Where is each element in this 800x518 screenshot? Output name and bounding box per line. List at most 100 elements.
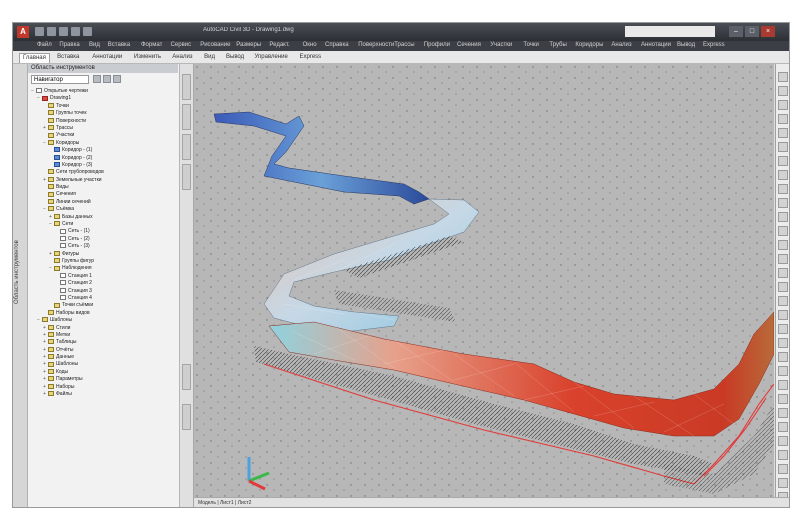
settings-icon[interactable] xyxy=(103,75,111,83)
tab-prospector[interactable] xyxy=(182,74,191,100)
qp-icon[interactable] xyxy=(778,422,788,432)
tree-node[interactable]: Группы точек xyxy=(31,110,179,117)
menu-item-20[interactable]: Аннотации xyxy=(641,42,671,48)
tree-node[interactable]: + Параметры xyxy=(31,376,179,383)
workspace-icon[interactable] xyxy=(778,450,788,460)
tab-4[interactable]: Анализ xyxy=(169,53,195,62)
tree-node[interactable]: − Сети xyxy=(31,221,179,228)
tree-node[interactable]: Станция 2 xyxy=(31,280,179,287)
redo-icon[interactable] xyxy=(83,27,92,36)
tree-node[interactable]: + Коды xyxy=(31,369,179,376)
lwt-icon[interactable] xyxy=(778,408,788,418)
tree-node[interactable]: − Шаблоны xyxy=(31,317,179,324)
tab-8[interactable]: Express xyxy=(297,53,325,62)
menu-item-12[interactable]: Трассы xyxy=(394,42,414,48)
menu-item-0[interactable]: Файл xyxy=(37,42,52,48)
menu-item-11[interactable]: Поверхности xyxy=(358,42,394,48)
maximize-button[interactable]: □ xyxy=(745,26,759,37)
minimize-button[interactable]: – xyxy=(729,26,743,37)
tree-node[interactable]: + Данные xyxy=(31,354,179,361)
tree-node[interactable]: Участки xyxy=(31,132,179,139)
tree-node[interactable]: + Отчёты xyxy=(31,347,179,354)
layout-tabs[interactable]: Модель | Лист1 | Лист2 xyxy=(198,500,251,506)
tab-7[interactable]: Управление xyxy=(252,53,291,62)
tree-node[interactable]: Точки съёмки xyxy=(31,302,179,309)
tree-node[interactable]: Линии сечений xyxy=(31,199,179,206)
menu-item-17[interactable]: Трубы xyxy=(549,42,566,48)
zoom-out-icon[interactable] xyxy=(778,86,788,96)
tree-node[interactable]: Коридор - (2) xyxy=(31,155,179,162)
center-icon[interactable] xyxy=(778,254,788,264)
tab-toolbox[interactable] xyxy=(182,164,191,190)
layer-icon[interactable] xyxy=(778,282,788,292)
tree-node[interactable]: Коридор - (1) xyxy=(31,147,179,154)
rewind-icon[interactable] xyxy=(778,240,788,250)
menu-item-6[interactable]: Рисование xyxy=(200,42,230,48)
menu-item-9[interactable]: Окно xyxy=(303,42,317,48)
walk-icon[interactable] xyxy=(778,212,788,222)
properties-icon[interactable] xyxy=(778,296,788,306)
tree-node[interactable]: Виды xyxy=(31,184,179,191)
tree-node[interactable]: Сеть - (2) xyxy=(31,236,179,243)
tree-node[interactable]: − Наблюдения xyxy=(31,265,179,272)
tree-node[interactable]: Сети трубопроводов xyxy=(31,169,179,176)
menu-item-14[interactable]: Сечения xyxy=(457,42,481,48)
tree-node[interactable]: + Фигуры xyxy=(31,251,179,258)
tree-node[interactable]: + Земельные участки xyxy=(31,177,179,184)
tab-survey[interactable] xyxy=(182,134,191,160)
app-logo-icon[interactable]: A xyxy=(17,26,29,38)
tab-5[interactable]: Вид xyxy=(201,53,218,62)
zoom-window-icon[interactable] xyxy=(778,170,788,180)
tree-node[interactable]: Точки xyxy=(31,103,179,110)
tree-node[interactable]: + Шаблоны xyxy=(31,361,179,368)
menu-item-2[interactable]: Вид xyxy=(89,42,100,48)
open-file-icon[interactable] xyxy=(47,27,56,36)
tree-node[interactable]: Станция 4 xyxy=(31,295,179,302)
menu-item-18[interactable]: Коридоры xyxy=(575,42,603,48)
view-dropdown[interactable]: Навигатор xyxy=(31,75,89,84)
close-button[interactable]: × xyxy=(761,26,775,37)
menu-item-5[interactable]: Сервис xyxy=(171,42,192,48)
tab-properties[interactable] xyxy=(182,364,191,390)
up-down-icon[interactable] xyxy=(778,268,788,278)
tab-3[interactable]: Изменить xyxy=(131,53,164,62)
tree-node[interactable]: Поверхности xyxy=(31,118,179,125)
toolspace-title-strip[interactable]: Область инструментов xyxy=(13,64,28,507)
zoom-extents-icon[interactable] xyxy=(778,156,788,166)
menu-item-16[interactable]: Точки xyxy=(523,42,539,48)
tree-node[interactable]: − Открытые чертежи xyxy=(31,88,179,95)
tree-node[interactable]: + Файлы xyxy=(31,391,179,398)
polar-icon[interactable] xyxy=(778,366,788,376)
tree-node[interactable]: Наборы видов xyxy=(31,310,179,317)
menu-item-3[interactable]: Вставка xyxy=(108,42,130,48)
tree-node[interactable]: Сечения xyxy=(31,191,179,198)
tree-node[interactable]: − Коридоры xyxy=(31,140,179,147)
new-file-icon[interactable] xyxy=(35,27,44,36)
search-input[interactable] xyxy=(625,26,715,37)
help-icon[interactable] xyxy=(113,75,121,83)
osnap-icon[interactable] xyxy=(778,324,788,334)
tree-node[interactable]: Сеть - (3) xyxy=(31,243,179,250)
menu-item-22[interactable]: Express xyxy=(703,42,725,48)
tree-node[interactable]: Станция 3 xyxy=(31,288,179,295)
menu-item-15[interactable]: Участки xyxy=(490,42,512,48)
tree-node[interactable]: − Съёмка xyxy=(31,206,179,213)
match-icon[interactable] xyxy=(778,310,788,320)
tree-node[interactable]: Коридор - (3) xyxy=(31,162,179,169)
tree-node[interactable]: Станция 1 xyxy=(31,273,179,280)
showmotion-icon[interactable] xyxy=(778,142,788,152)
zoom-in-icon[interactable] xyxy=(778,72,788,82)
drawing-viewport[interactable] xyxy=(194,64,774,507)
tree-node[interactable]: + Метки xyxy=(31,332,179,339)
refresh-icon[interactable] xyxy=(93,75,101,83)
tree-node[interactable]: + Таблицы xyxy=(31,339,179,346)
menu-item-1[interactable]: Правка xyxy=(59,42,79,48)
grid-icon[interactable] xyxy=(778,338,788,348)
menu-item-7[interactable]: Размеры xyxy=(236,42,261,48)
tab-6[interactable]: Вывод xyxy=(223,53,247,62)
tab-0[interactable]: Главная xyxy=(19,53,50,63)
menu-item-8[interactable]: Редакт. xyxy=(269,42,289,48)
steering-wheel-icon[interactable] xyxy=(778,128,788,138)
tree-node[interactable]: − Drawing1 xyxy=(31,95,179,102)
fly-icon[interactable] xyxy=(778,226,788,236)
